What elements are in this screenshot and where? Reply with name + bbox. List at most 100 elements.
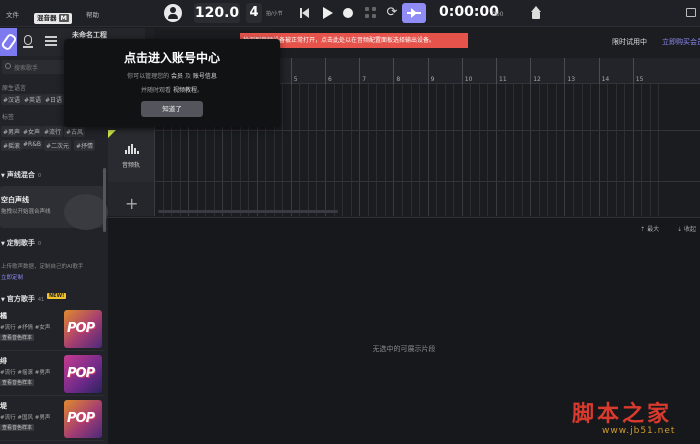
- singer-card[interactable]: 堤 #流行 #国风 #男声 查看音色样本 POP: [0, 397, 104, 441]
- bar-tick: [428, 58, 429, 84]
- voice-blend-section[interactable]: ▼声线混合0: [0, 170, 108, 183]
- watermark-url: www.jb51.net: [602, 426, 675, 436]
- mixer-tooltip: 混音器M: [34, 13, 72, 24]
- tag-pop[interactable]: #流行: [42, 126, 63, 137]
- bar-tick: [291, 58, 292, 84]
- custom-singer-section[interactable]: ▼定制歌手0: [0, 238, 108, 251]
- beats-unit-label: 拍/小节: [266, 10, 283, 17]
- popover-line-1: 你可以管理您的 会员 及 账号信息: [64, 71, 280, 80]
- tag-ancient[interactable]: #古风: [64, 126, 85, 137]
- bar-number: 14: [602, 76, 610, 83]
- singer-sample-badge[interactable]: 查看音色样本: [0, 424, 34, 431]
- blank-voice-title: 空白声线: [1, 195, 29, 205]
- voice-blend-count: 0: [38, 173, 41, 179]
- panel-toolbar: ⇡ 最大 ⇣ 收起: [624, 224, 696, 233]
- blank-voice-card[interactable]: 空白声线 拖拽以开始混合声线: [0, 186, 104, 228]
- window-layout-icon[interactable]: [686, 8, 696, 17]
- singer-thumb-text: POP: [67, 321, 94, 336]
- tag-rnb[interactable]: #R&B: [21, 140, 43, 149]
- new-badge: NEW!: [47, 293, 66, 299]
- timeline-scrollbar[interactable]: [158, 210, 338, 213]
- time-display: 0:00:00: [439, 4, 499, 20]
- account-center-popover: 点击进入账号中心 你可以管理您的 会员 及 账号信息 并随时观看 视频教程。 知…: [64, 39, 280, 127]
- skip-to-start-icon[interactable]: [298, 6, 312, 20]
- buy-membership-link[interactable]: 立即购买会员: [662, 37, 700, 47]
- mixer-tooltip-label: 混音器: [37, 14, 57, 22]
- popover-title: 点击进入账号中心: [64, 49, 280, 66]
- menu-help[interactable]: 帮助: [86, 9, 99, 19]
- audio-track-header[interactable]: 音频轨: [108, 130, 154, 182]
- maximize-panel-button[interactable]: ⇡ 最大: [640, 226, 659, 233]
- bar-number: 5: [294, 76, 298, 83]
- bar-tick: [530, 58, 531, 84]
- bar-number: 7: [362, 76, 366, 83]
- singer-card[interactable]: 绯 #流行 #摇滚 #男声 查看音色样本 POP: [0, 352, 104, 396]
- account-avatar-icon[interactable]: [164, 4, 182, 22]
- bar-tick: [496, 58, 497, 84]
- bar-tick: [564, 58, 565, 84]
- tag-female[interactable]: #女声: [21, 126, 42, 137]
- bar-tick: [393, 58, 394, 84]
- mixer-shortcut-key: M: [59, 14, 69, 22]
- tab-mixer-icon[interactable]: [45, 36, 57, 46]
- bar-number: 15: [636, 76, 644, 83]
- voice-blend-title: 声线混合: [7, 171, 35, 179]
- singer-tags: #流行 #抒情 #女声: [0, 323, 50, 331]
- sidebar-scrollbar[interactable]: [103, 168, 106, 232]
- bar-number: 12: [533, 76, 541, 83]
- tag-lyrical[interactable]: #抒情: [74, 140, 95, 151]
- tag-acg[interactable]: #二次元: [44, 140, 71, 151]
- singer-thumb-text: POP: [67, 411, 94, 426]
- tag-japanese[interactable]: #日语: [43, 94, 64, 105]
- singer-name: 堤: [0, 401, 7, 411]
- language-label: 原生语言: [2, 83, 26, 92]
- fold-panel-button[interactable]: ⇣ 收起: [677, 226, 696, 233]
- menu-file[interactable]: 文件: [6, 9, 19, 19]
- got-it-button[interactable]: 知道了: [141, 101, 203, 117]
- style-label: 标签: [2, 112, 14, 121]
- record-icon[interactable]: [341, 6, 355, 20]
- singer-tags: #流行 #国风 #男声: [0, 413, 50, 421]
- track-lane[interactable]: [154, 130, 700, 182]
- official-singer-title: 官方歌手: [7, 295, 35, 303]
- trial-label: 限时试用中: [612, 37, 647, 47]
- time-ms-display: 000: [492, 11, 503, 18]
- blank-voice-desc: 拖拽以开始混合声线: [1, 207, 51, 215]
- bar-number: 6: [328, 76, 332, 83]
- play-icon[interactable]: [320, 6, 334, 20]
- singer-name: 绯: [0, 356, 7, 366]
- tab-singers-icon[interactable]: [0, 28, 17, 56]
- singer-avatar: POP: [64, 355, 102, 393]
- singer-card[interactable]: 橘 #流行 #抒情 #女声 查看音色样本 POP: [0, 307, 104, 351]
- metronome-icon[interactable]: [364, 6, 378, 20]
- empty-state-message: 无选中的可展示片段: [108, 344, 700, 354]
- tag-male[interactable]: #男声: [1, 126, 22, 137]
- tag-chinese[interactable]: #汉语: [1, 94, 22, 105]
- bar-tick: [359, 58, 360, 84]
- official-singer-count: 41: [38, 297, 44, 303]
- loop-icon[interactable]: ⟳: [385, 6, 399, 20]
- singer-sample-badge[interactable]: 查看音色样本: [0, 379, 34, 386]
- waveform-icon: [125, 144, 139, 154]
- bpm-display[interactable]: 120.0: [194, 3, 240, 23]
- bar-tick: [325, 58, 326, 84]
- tag-rock[interactable]: #摇滚: [1, 140, 22, 151]
- tag-english[interactable]: #英语: [22, 94, 43, 105]
- bar-number: 13: [567, 76, 575, 83]
- bar-tick: [599, 58, 600, 84]
- custom-singer-desc: 上传歌声数据，定制自己的AI歌手: [1, 262, 83, 270]
- custom-singer-title: 定制歌手: [7, 239, 35, 247]
- add-track-icon[interactable]: +: [125, 196, 138, 212]
- tab-microphone-icon[interactable]: [24, 35, 32, 45]
- site-watermark: 脚本之家 www.jb51.net: [572, 396, 696, 440]
- custom-singer-link[interactable]: 立即定制: [1, 273, 23, 281]
- bar-tick: [462, 58, 463, 84]
- singer-sample-badge[interactable]: 查看音色样本: [0, 334, 34, 341]
- track-label: 音频轨: [108, 160, 154, 169]
- search-icon: [5, 63, 11, 69]
- export-icon[interactable]: [530, 6, 542, 20]
- follow-playhead-icon[interactable]: [402, 3, 426, 23]
- beats-per-bar-display[interactable]: 4: [246, 3, 262, 23]
- search-placeholder: 搜索歌手: [14, 63, 38, 72]
- singer-avatar: POP: [64, 310, 102, 348]
